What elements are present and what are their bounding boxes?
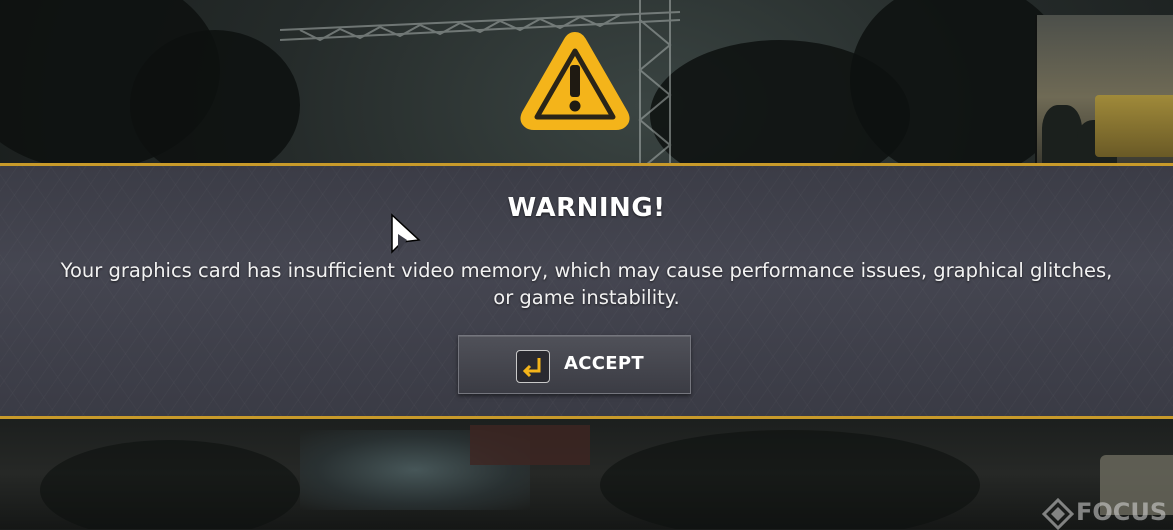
mouse-cursor-icon xyxy=(391,213,421,254)
foliage-left-2 xyxy=(130,30,300,180)
logo-text: FOCUS xyxy=(1076,498,1168,526)
accept-button-label: ACCEPT xyxy=(564,353,644,374)
enter-key-icon xyxy=(516,350,550,383)
warning-triangle-icon xyxy=(520,32,630,130)
publisher-logo: FOCUS xyxy=(1040,496,1173,530)
accept-button[interactable]: ACCEPT xyxy=(458,335,691,394)
vehicle-silhouette xyxy=(1095,95,1173,157)
dialog-title: WARNING! xyxy=(507,193,666,223)
crane-silhouette xyxy=(280,0,681,170)
rubble-silhouette xyxy=(40,440,300,529)
tree-silhouette xyxy=(1042,105,1082,165)
dialog-message: Your graphics card has insufficient vide… xyxy=(60,259,1113,309)
machinery-silhouette xyxy=(600,430,980,529)
logo-diamond-icon xyxy=(1042,498,1074,530)
shipping-container xyxy=(470,425,590,465)
